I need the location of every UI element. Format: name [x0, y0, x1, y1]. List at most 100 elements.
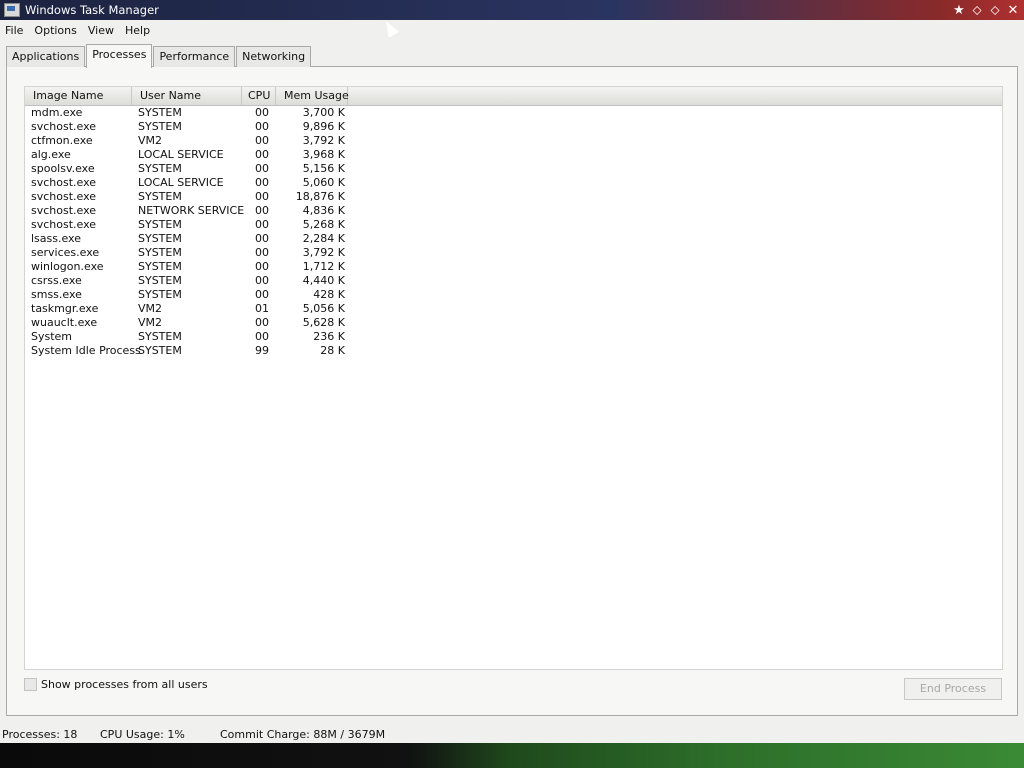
process-row[interactable]: svchost.exe SYSTEM 00 5,268 K: [25, 218, 347, 232]
process-row[interactable]: mdm.exe SYSTEM 00 3,700 K: [25, 106, 347, 120]
desktop-background: [0, 743, 1024, 768]
column-cpu[interactable]: CPU: [242, 87, 276, 105]
process-cpu: 00: [255, 218, 269, 231]
process-row[interactable]: wuauclt.exe VM2 00 5,628 K: [25, 316, 347, 330]
process-mem-usage: 236 K: [313, 330, 345, 343]
tab-applications[interactable]: Applications: [6, 46, 86, 67]
process-image-name: services.exe: [31, 246, 100, 259]
process-mem-usage: 28 K: [320, 344, 345, 357]
process-mem-usage: 18,876 K: [295, 190, 345, 203]
process-image-name: wuauclt.exe: [31, 316, 98, 329]
process-cpu: 00: [255, 106, 269, 119]
process-image-name: taskmgr.exe: [31, 302, 99, 315]
process-row[interactable]: svchost.exe NETWORK SERVICE 00 4,836 K: [25, 204, 347, 218]
process-user-name: SYSTEM: [138, 246, 182, 259]
tab-networking[interactable]: Networking: [236, 46, 312, 67]
process-user-name: VM2: [138, 316, 163, 329]
column-user-name[interactable]: User Name: [132, 87, 242, 105]
process-row[interactable]: taskmgr.exe VM2 01 5,056 K: [25, 302, 347, 316]
process-image-name: csrss.exe: [31, 274, 82, 287]
process-row[interactable]: lsass.exe SYSTEM 00 2,284 K: [25, 232, 347, 246]
process-row[interactable]: spoolsv.exe SYSTEM 00 5,156 K: [25, 162, 347, 176]
window-controls: ★ ⬦ ⬦ ✕: [950, 0, 1022, 20]
title-bar: Windows Task Manager ★ ⬦ ⬦ ✕: [0, 0, 1024, 20]
column-image-name[interactable]: Image Name: [25, 87, 132, 105]
status-commit-charge: Commit Charge: 88M / 3679M: [220, 727, 386, 741]
pin-icon[interactable]: ★: [950, 3, 968, 18]
tab-processes[interactable]: Processes: [86, 44, 153, 68]
process-cpu: 00: [255, 288, 269, 301]
process-image-name: alg.exe: [31, 148, 71, 161]
process-row[interactable]: winlogon.exe SYSTEM 00 1,712 K: [25, 260, 347, 274]
process-mem-usage: 4,440 K: [302, 274, 345, 287]
process-mem-usage: 1,712 K: [302, 260, 345, 273]
process-rows: mdm.exe SYSTEM 00 3,700 K svchost.exe SYSTEM 0…: [25, 106, 347, 358]
process-user-name: SYSTEM: [138, 330, 182, 343]
close-button[interactable]: ✕: [1004, 3, 1022, 18]
process-image-name: svchost.exe: [31, 218, 97, 231]
menu-help[interactable]: Help: [120, 24, 156, 37]
process-user-name: SYSTEM: [138, 190, 182, 203]
process-mem-usage: 4,836 K: [302, 204, 345, 217]
process-row[interactable]: ctfmon.exe VM2 00 3,792 K: [25, 134, 347, 148]
process-row[interactable]: System Idle Process SYSTEM 99 28 K: [25, 344, 347, 358]
process-row[interactable]: svchost.exe SYSTEM 00 9,896 K: [25, 120, 347, 134]
process-row[interactable]: svchost.exe LOCAL SERVICE 00 5,060 K: [25, 176, 347, 190]
menu-options[interactable]: Options: [29, 24, 82, 37]
process-mem-usage: 2,284 K: [302, 232, 345, 245]
process-mem-usage: 5,156 K: [302, 162, 345, 175]
column-mem-usage[interactable]: Mem Usage: [276, 87, 349, 105]
process-cpu: 00: [255, 134, 269, 147]
process-image-name: svchost.exe: [31, 176, 97, 189]
process-image-name: lsass.exe: [31, 232, 81, 245]
process-cpu: 00: [255, 148, 269, 161]
process-mem-usage: 428 K: [313, 288, 345, 301]
menu-view[interactable]: View: [83, 24, 120, 37]
end-process-button[interactable]: End Process: [904, 678, 1002, 700]
process-mem-usage: 3,968 K: [302, 148, 345, 161]
process-cpu: 00: [255, 330, 269, 343]
process-cpu: 00: [255, 176, 269, 189]
process-mem-usage: 5,056 K: [302, 302, 345, 315]
process-mem-usage: 5,060 K: [302, 176, 345, 189]
process-image-name: svchost.exe: [31, 204, 97, 217]
process-cpu: 01: [255, 302, 269, 315]
process-image-name: mdm.exe: [31, 106, 83, 119]
process-row[interactable]: alg.exe LOCAL SERVICE 00 3,968 K: [25, 148, 347, 162]
process-row[interactable]: services.exe SYSTEM 00 3,792 K: [25, 246, 347, 260]
process-cpu: 00: [255, 246, 269, 259]
minimize-button[interactable]: ⬦: [968, 3, 986, 18]
tab-strip: Applications Processes Performance Netwo…: [6, 44, 312, 68]
status-cpu-usage: CPU Usage: 1%: [100, 727, 185, 741]
process-user-name: SYSTEM: [138, 106, 182, 119]
process-image-name: spoolsv.exe: [31, 162, 95, 175]
process-row[interactable]: System SYSTEM 00 236 K: [25, 330, 347, 344]
tab-performance[interactable]: Performance: [153, 46, 236, 67]
process-user-name: VM2: [138, 134, 163, 147]
show-all-users-label: Show processes from all users: [41, 678, 208, 691]
process-cpu: 00: [255, 316, 269, 329]
process-image-name: ctfmon.exe: [31, 134, 93, 147]
process-mem-usage: 3,792 K: [302, 134, 345, 147]
process-image-name: svchost.exe: [31, 190, 97, 203]
process-mem-usage: 5,628 K: [302, 316, 345, 329]
process-list[interactable]: Image Name User Name CPU Mem Usage mdm.e…: [24, 86, 1003, 670]
maximize-button[interactable]: ⬦: [986, 3, 1004, 18]
process-row[interactable]: csrss.exe SYSTEM 00 4,440 K: [25, 274, 347, 288]
process-cpu: 00: [255, 204, 269, 217]
process-cpu: 00: [255, 232, 269, 245]
process-user-name: SYSTEM: [138, 288, 182, 301]
process-user-name: SYSTEM: [138, 344, 182, 357]
show-all-users-checkbox[interactable]: [24, 678, 37, 691]
menu-file[interactable]: File: [0, 24, 29, 37]
show-all-users-option[interactable]: Show processes from all users: [24, 678, 208, 691]
process-row[interactable]: svchost.exe SYSTEM 00 18,876 K: [25, 190, 347, 204]
process-row[interactable]: smss.exe SYSTEM 00 428 K: [25, 288, 347, 302]
list-header: Image Name User Name CPU Mem Usage: [25, 87, 1002, 106]
process-user-name: LOCAL SERVICE: [138, 176, 224, 189]
menu-bar: File Options View Help: [0, 21, 1024, 39]
process-cpu: 00: [255, 162, 269, 175]
window-title: Windows Task Manager: [25, 3, 159, 17]
process-image-name: System: [31, 330, 73, 343]
process-mem-usage: 3,700 K: [302, 106, 345, 119]
